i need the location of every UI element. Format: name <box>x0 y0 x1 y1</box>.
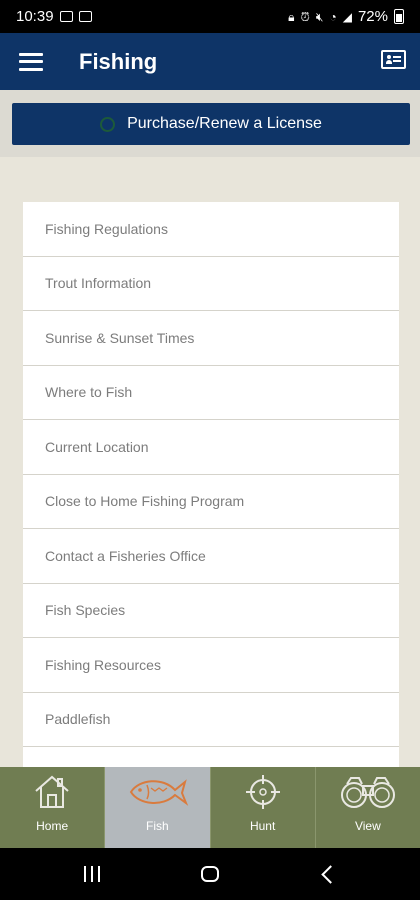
menu-item-fishing-regulations[interactable]: Fishing Regulations <box>23 202 399 257</box>
menu-item-trout-information[interactable]: Trout Information <box>23 256 399 311</box>
home-icon <box>35 775 69 808</box>
status-left: 10:39 <box>16 8 92 25</box>
status-bar: 10:39 🔒︎ ⏰︎ 🔇︎ ◔ ◢ 72% <box>0 0 420 33</box>
battery-percent: 72% <box>357 8 388 25</box>
menu-item-contact-office[interactable]: Contact a Fisheries Office <box>23 529 399 584</box>
recent-apps-icon <box>84 866 100 882</box>
tab-hunt[interactable]: Hunt <box>211 767 316 848</box>
status-right: 🔒︎ ⏰︎ 🔇︎ ◔ ◢ 72% <box>288 8 404 25</box>
menu-item-fish-species[interactable]: Fish Species <box>23 583 399 638</box>
menu-item-paddlefish[interactable]: Paddlefish <box>23 692 399 747</box>
tab-view[interactable]: View <box>316 767 420 848</box>
back-button[interactable] <box>297 848 357 900</box>
tab-hunt-label: Hunt <box>249 819 276 833</box>
binoculars-icon <box>340 777 395 808</box>
tab-view-label: View <box>354 819 381 833</box>
status-time: 10:39 <box>16 8 54 25</box>
fish-icon <box>130 779 189 806</box>
license-icon <box>100 116 116 132</box>
menu-icon[interactable] <box>19 52 43 71</box>
system-home-icon <box>201 866 219 882</box>
system-nav-bar <box>0 848 420 900</box>
purchase-license-button[interactable]: Purchase/Renew a License <box>12 103 410 145</box>
page-title: Fishing <box>79 48 158 74</box>
bottom-nav: Home Fish Hunt View <box>0 767 420 848</box>
fishing-menu-list: Fishing Regulations Trout Information Su… <box>23 202 399 767</box>
signal-icon: ◢ <box>342 9 352 24</box>
lock-icon: 🔒︎ <box>288 9 295 24</box>
home-button[interactable] <box>180 848 240 900</box>
purchase-license-label: Purchase/Renew a License <box>127 115 322 132</box>
alarm-icon: ⏰︎ <box>300 9 310 24</box>
notification-icon <box>59 11 73 22</box>
recent-apps-button[interactable] <box>62 848 122 900</box>
mute-icon: 🔇︎ <box>315 9 324 24</box>
tab-home-label: Home <box>36 819 69 833</box>
app-bar: Fishing <box>0 33 420 90</box>
image-icon <box>78 11 92 22</box>
menu-item-close-to-home[interactable]: Close to Home Fishing Program <box>23 474 399 529</box>
tab-fish-label: Fish <box>146 819 169 833</box>
battery-icon <box>394 9 404 24</box>
wifi-icon: ◔ <box>329 9 337 24</box>
menu-item-where-to-fish[interactable]: Where to Fish <box>23 365 399 420</box>
menu-item-current-location[interactable]: Current Location <box>23 420 399 475</box>
menu-item-sunrise-sunset[interactable]: Sunrise & Sunset Times <box>23 311 399 366</box>
tab-fish[interactable]: Fish <box>105 767 211 848</box>
back-icon <box>320 864 340 884</box>
menu-item-fishing-resources[interactable]: Fishing Resources <box>23 638 399 693</box>
license-card-icon[interactable] <box>381 50 406 69</box>
purchase-banner: Purchase/Renew a License <box>0 90 420 157</box>
tab-home[interactable]: Home <box>0 767 106 848</box>
crosshair-icon <box>245 775 280 809</box>
